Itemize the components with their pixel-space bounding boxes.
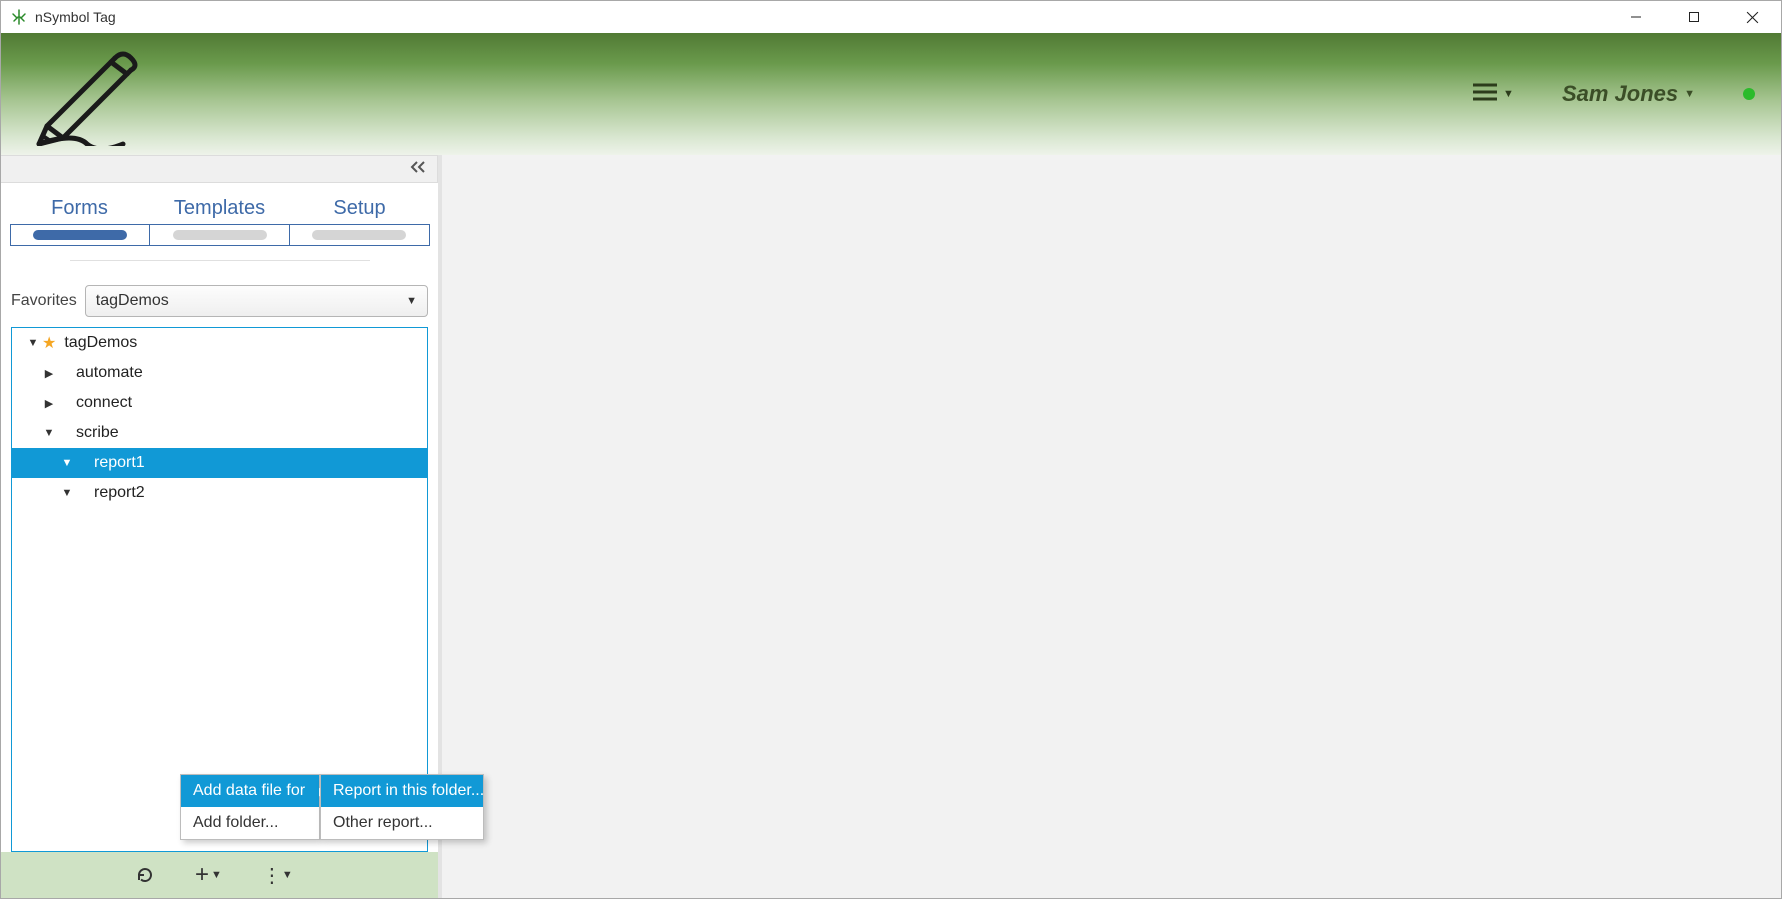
- ctx-item-label: Other report...: [333, 814, 433, 832]
- tab-indicator-setup[interactable]: [289, 225, 429, 245]
- ctx-other-report[interactable]: Other report...: [321, 807, 483, 839]
- caret-down-icon: ▼: [406, 295, 417, 307]
- context-submenu: Report in this folder... Other report...: [320, 774, 484, 840]
- expand-arrow-icon[interactable]: ▶: [42, 397, 56, 410]
- collapse-sidebar-button[interactable]: [409, 160, 427, 179]
- plus-icon: +: [195, 863, 209, 887]
- tree-item-report2[interactable]: ▼ report2: [12, 478, 427, 508]
- caret-down-icon: ▼: [282, 869, 293, 881]
- tree-item-label: automate: [56, 364, 143, 382]
- caret-down-icon: ▼: [211, 869, 222, 881]
- close-button[interactable]: [1723, 1, 1781, 33]
- window-buttons: [1607, 1, 1781, 33]
- ctx-add-data-file[interactable]: Add data file for ▶: [181, 775, 319, 807]
- tree-toolbar: + ▼ ⋮ ▼: [1, 852, 438, 898]
- favorites-select[interactable]: tagDemos ▼: [85, 285, 428, 317]
- caret-down-icon: ▼: [1503, 88, 1514, 100]
- expand-arrow-icon[interactable]: ▼: [60, 457, 74, 469]
- minimize-button[interactable]: [1607, 1, 1665, 33]
- main-menu-button[interactable]: ▼: [1473, 83, 1514, 106]
- ctx-item-label: Report in this folder...: [333, 782, 484, 800]
- tab-forms[interactable]: Forms: [10, 193, 150, 224]
- tree-item-report1[interactable]: ▼ report1: [12, 448, 427, 478]
- ctx-item-label: Add data file for: [193, 782, 305, 800]
- context-menu: Add data file for ▶ Add folder...: [180, 774, 320, 840]
- star-icon: ★: [42, 333, 56, 353]
- app-icon: [11, 9, 27, 25]
- divider: [70, 260, 370, 261]
- expand-arrow-icon[interactable]: ▶: [42, 367, 56, 380]
- more-button[interactable]: ⋮ ▼: [262, 863, 293, 888]
- titlebar: nSymbol Tag: [1, 1, 1781, 33]
- main-content: [438, 155, 1781, 898]
- tab-templates[interactable]: Templates: [150, 193, 290, 224]
- favorites-row: Favorites tagDemos ▼: [1, 285, 438, 327]
- banner: ▼ Sam Jones ▼: [1, 33, 1781, 155]
- tree-root[interactable]: ▼ ★ tagDemos: [12, 328, 427, 358]
- expand-arrow-icon[interactable]: ▼: [42, 427, 56, 439]
- logo-area: [19, 33, 1473, 155]
- tree-root-label: tagDemos: [60, 334, 137, 352]
- window-title: nSymbol Tag: [35, 9, 1607, 25]
- sidebar-tabs: Forms Templates Setup: [1, 183, 438, 285]
- favorites-label: Favorites: [11, 292, 77, 310]
- expand-arrow-icon[interactable]: ▼: [60, 487, 74, 499]
- favorites-selected-value: tagDemos: [96, 292, 169, 310]
- tree-item-label: report1: [74, 454, 145, 472]
- app-window: nSymbol Tag: [0, 0, 1782, 899]
- refresh-button[interactable]: [135, 865, 155, 885]
- tab-indicator-templates[interactable]: [149, 225, 289, 245]
- tree-item-label: report2: [74, 484, 145, 502]
- pencil-icon: [19, 36, 139, 151]
- tree-item-label: scribe: [56, 424, 119, 442]
- ctx-item-label: Add folder...: [193, 814, 278, 832]
- expand-arrow-icon[interactable]: ▼: [26, 337, 40, 349]
- sidebar-top: [1, 155, 438, 183]
- tree[interactable]: ▼ ★ tagDemos ▶ automate ▶ connect ▼ sc: [12, 328, 427, 508]
- ctx-add-folder[interactable]: Add folder...: [181, 807, 319, 839]
- hamburger-icon: [1473, 83, 1499, 106]
- tree-item-connect[interactable]: ▶ connect: [12, 388, 427, 418]
- tree-item-scribe[interactable]: ▼ scribe: [12, 418, 427, 448]
- tree-item-automate[interactable]: ▶ automate: [12, 358, 427, 388]
- tab-setup[interactable]: Setup: [290, 193, 430, 224]
- tree-item-label: connect: [56, 394, 132, 412]
- kebab-icon: ⋮: [262, 863, 280, 888]
- add-button[interactable]: + ▼: [195, 863, 222, 887]
- user-menu[interactable]: Sam Jones ▼: [1562, 81, 1695, 107]
- tab-indicator-forms[interactable]: [11, 225, 150, 245]
- caret-down-icon: ▼: [1684, 88, 1695, 100]
- user-name: Sam Jones: [1562, 81, 1678, 107]
- status-indicator: [1743, 88, 1755, 100]
- ctx-report-in-folder[interactable]: Report in this folder...: [321, 775, 483, 807]
- maximize-button[interactable]: [1665, 1, 1723, 33]
